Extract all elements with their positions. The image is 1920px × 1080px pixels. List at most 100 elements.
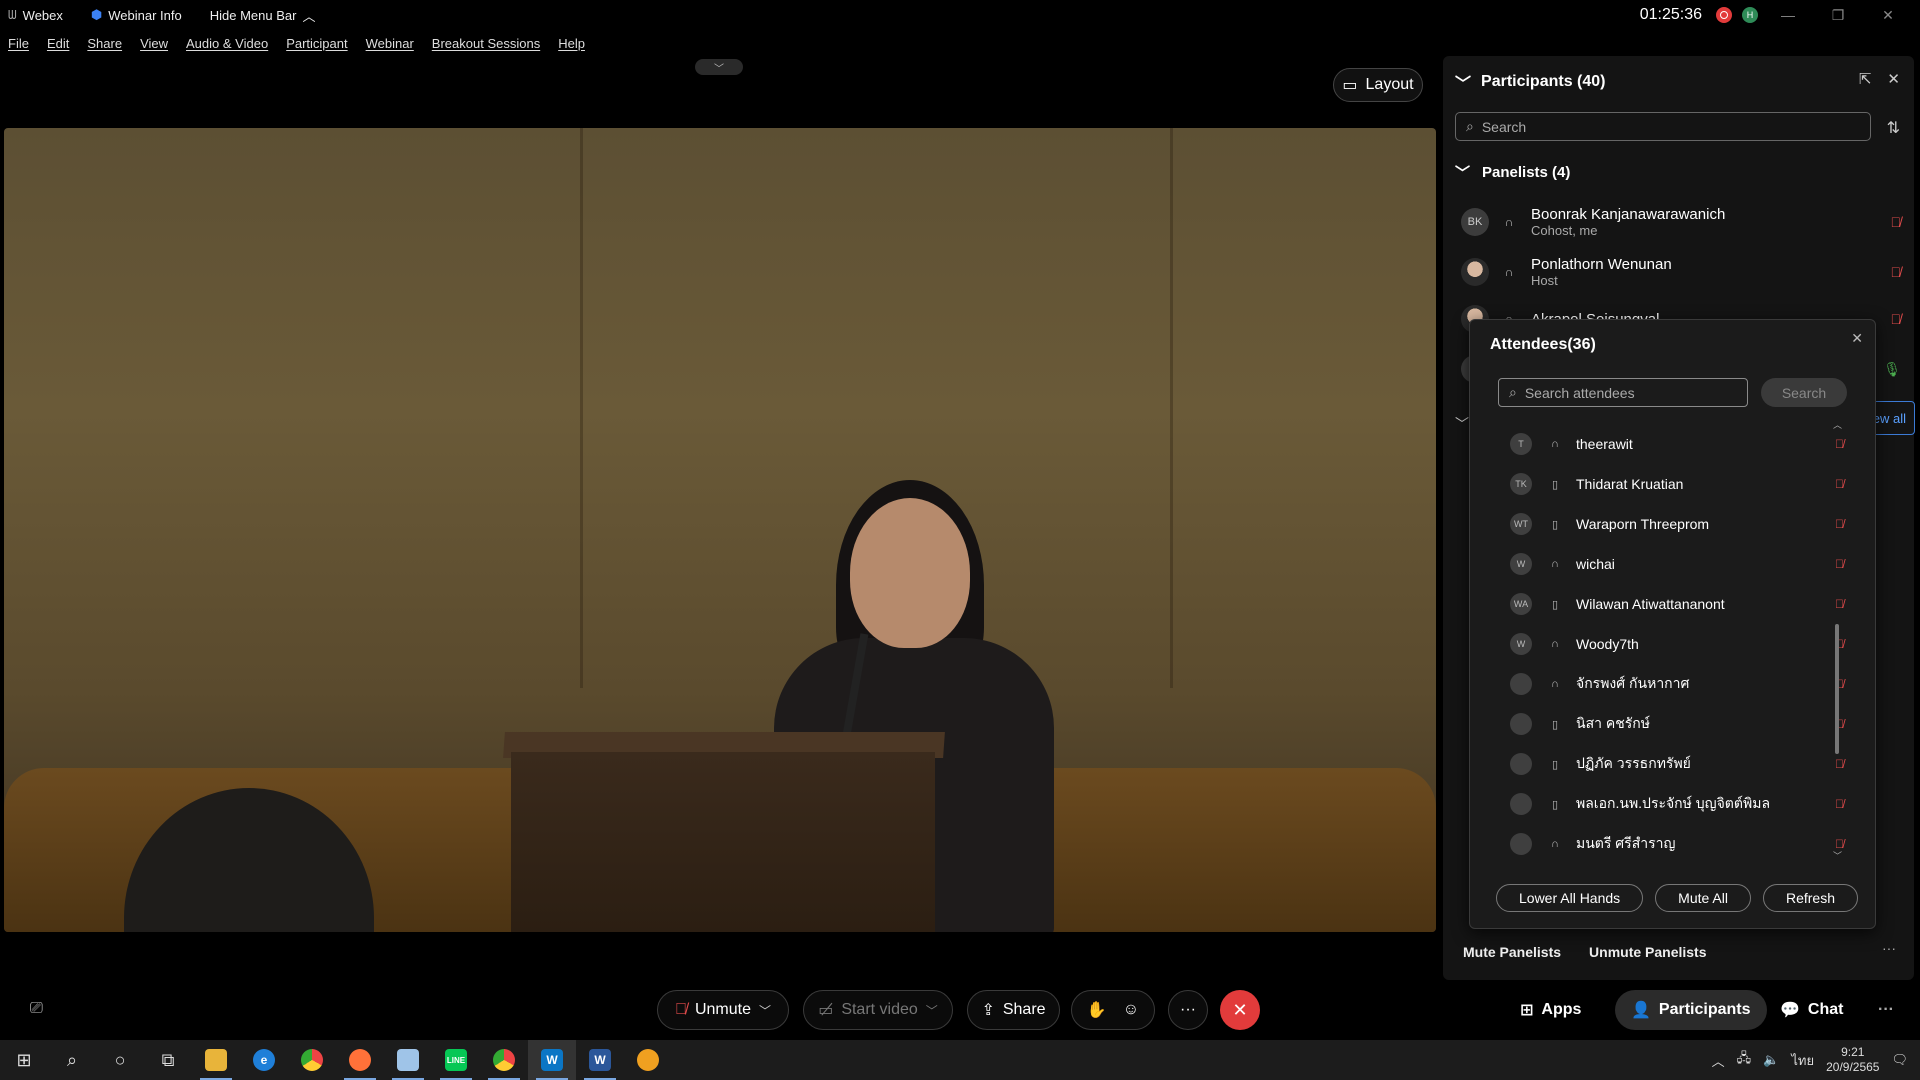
system-tray: ︿ 🖧 🔈 ไทย 9:21 20/9/2565 🗨 [1712, 1045, 1920, 1075]
chevron-down-icon[interactable]: ﹀ [1455, 414, 1469, 434]
refresh-button[interactable]: Refresh [1762, 884, 1859, 912]
share-button[interactable]: ⇪ Share [967, 990, 1060, 1030]
notification-icon[interactable]: 🗨 [1891, 1052, 1908, 1068]
mic-muted-icon[interactable]: 🎙̸ [1891, 311, 1902, 327]
unmute-button[interactable]: 🎙̸ Unmute ﹀ [657, 990, 789, 1030]
close-panel-icon[interactable]: ✕ [1887, 70, 1900, 88]
raise-hand-icon[interactable]: ✋ [1087, 1000, 1107, 1020]
avatar: TK [1510, 473, 1532, 495]
menu-audio-video[interactable]: Audio & Video [186, 36, 268, 51]
language-indicator[interactable]: ไทย [1791, 1050, 1814, 1071]
menu-share[interactable]: Share [87, 36, 122, 51]
start-video-button[interactable]: ▭̸ Start video ﹀ [803, 990, 953, 1030]
attendee-scrollbar[interactable]: ︿ ﹀ [1833, 418, 1842, 861]
search-icon[interactable]: ⌕ [48, 1040, 96, 1080]
participants-search-input[interactable]: ⌕ Search [1455, 112, 1871, 141]
mute-all-button[interactable]: Mute All [1655, 884, 1751, 912]
participants-header[interactable]: ﹀ Participants (40) [1455, 70, 1606, 94]
scroll-up-icon[interactable]: ︿ [1833, 418, 1842, 431]
attendees-search-input[interactable]: ⌕ Search attendees [1498, 378, 1748, 407]
participants-button[interactable]: 👤 Participants [1615, 990, 1767, 1030]
recording-icon[interactable] [1716, 7, 1732, 23]
list-item[interactable]: TK ▯ Thidarat Kruatian 🎙̸ [1510, 464, 1844, 504]
unmute-panelists-button[interactable]: Unmute Panelists [1589, 944, 1706, 960]
menu-participant[interactable]: Participant [286, 36, 347, 51]
menu-breakout-sessions[interactable]: Breakout Sessions [432, 36, 540, 51]
list-item[interactable]: W ∩ wichai 🎙̸ [1510, 544, 1844, 584]
list-item[interactable]: WT ▯ Waraporn Threeprom 🎙̸ [1510, 504, 1844, 544]
more-options-icon[interactable]: ··· [1882, 940, 1896, 956]
mute-panelists-button[interactable]: Mute Panelists [1463, 944, 1561, 960]
list-item[interactable]: WA ▯ Wilawan Atiwattananont 🎙̸ [1510, 584, 1844, 624]
chat-button[interactable]: 💬 Chat [1780, 990, 1843, 1030]
menu-file[interactable]: File [8, 36, 29, 51]
attendees-popup: Attendees(36) ✕ ⌕ Search attendees Searc… [1469, 319, 1876, 929]
cortana-icon[interactable]: ○ [96, 1040, 144, 1080]
layout-label: Layout [1365, 76, 1414, 93]
user-avatar[interactable]: H [1742, 7, 1758, 23]
collapse-toolbar-button[interactable]: ﹀ [695, 59, 743, 75]
reactions-icon[interactable]: ☺ [1123, 1001, 1139, 1019]
restore-icon[interactable]: ❐ [1818, 7, 1858, 24]
scroll-down-icon[interactable]: ﹀ [1833, 849, 1842, 862]
sun-app-icon[interactable] [624, 1040, 672, 1080]
hide-menu-bar-label: Hide Menu Bar [209, 7, 297, 23]
scroll-thumb[interactable] [1835, 624, 1839, 754]
taskbar: ⊞ ⌕ ○ ⧉ e LINE W W ︿ 🖧 🔈 ไทย 9:21 20/9/2… [0, 1040, 1920, 1080]
taskbar-clock[interactable]: 9:21 20/9/2565 [1826, 1045, 1879, 1075]
word-icon[interactable]: W [576, 1040, 624, 1080]
menu-webinar[interactable]: Webinar [366, 36, 414, 51]
hide-menu-bar-button[interactable]: Hide Menu Bar ︿ [210, 6, 316, 25]
volume-icon[interactable]: 🔈 [1763, 1052, 1779, 1068]
panelist-row[interactable]: ∩ Ponlathorn Wenunan Host 🎙̸ [1461, 249, 1901, 295]
menu-view[interactable]: View [140, 36, 168, 51]
mic-active-icon[interactable]: 🎙 [1883, 361, 1901, 378]
list-item[interactable]: T ∩ theerawit 🎙̸ [1510, 424, 1844, 464]
captions-icon[interactable]: ⎚ [30, 1000, 43, 1018]
menu-edit[interactable]: Edit [47, 36, 69, 51]
more-options-icon[interactable]: ··· [1878, 990, 1894, 1030]
popout-icon[interactable]: ⇱ [1859, 70, 1872, 88]
minimize-icon[interactable]: — [1768, 7, 1808, 23]
list-item[interactable]: ▯ พลเอก.นพ.ประจักษ์ บุญจิตต์พิมล 🎙̸ [1510, 784, 1844, 824]
search-button[interactable]: Search [1761, 378, 1847, 407]
webex-taskbar-icon[interactable]: W [528, 1040, 576, 1080]
close-window-icon[interactable]: ✕ [1868, 7, 1908, 24]
wall-panel-line [1170, 128, 1173, 688]
menu-help[interactable]: Help [558, 36, 585, 51]
sort-icon[interactable]: ⇅ [1887, 118, 1900, 138]
more-options-button[interactable]: ··· [1168, 990, 1208, 1030]
edge-icon[interactable]: e [240, 1040, 288, 1080]
phone-icon: ▯ [1551, 798, 1559, 811]
participants-icon: 👤 [1631, 1002, 1651, 1019]
mic-muted-icon[interactable]: 🎙̸ [1891, 264, 1902, 280]
list-item[interactable]: ▯ นิสา คชรักษ์ 🎙̸ [1510, 704, 1844, 744]
share-icon: ⇪ [981, 1002, 995, 1019]
network-icon[interactable]: 🖧 [1737, 1049, 1752, 1071]
notes-app-icon[interactable] [384, 1040, 432, 1080]
panelist-row[interactable]: BK ∩ Boonrak Kanjanawarawanich Cohost, m… [1461, 199, 1901, 245]
mic-muted-icon[interactable]: 🎙̸ [1891, 214, 1902, 230]
file-explorer-icon[interactable] [192, 1040, 240, 1080]
windows-start-icon[interactable]: ⊞ [0, 1040, 48, 1080]
apps-button[interactable]: ⊞ Apps [1520, 990, 1581, 1030]
leave-meeting-button[interactable]: ✕ [1220, 990, 1260, 1030]
webinar-info-label: Webinar Info [108, 7, 182, 23]
layout-button[interactable]: ▭ Layout [1333, 68, 1423, 102]
list-item[interactable]: ∩ จักรพงศ์ กันหากาศ 🎙̸ [1510, 664, 1844, 704]
webinar-info-button[interactable]: ⬢ Webinar Info [91, 7, 182, 23]
lower-all-hands-button[interactable]: Lower All Hands [1496, 884, 1644, 912]
chrome-profile-icon[interactable] [480, 1040, 528, 1080]
task-view-icon[interactable]: ⧉ [144, 1040, 192, 1080]
wall-panel-line [580, 128, 583, 688]
chrome-icon[interactable] [288, 1040, 336, 1080]
list-item[interactable]: W ∩ Woody7th 🎙̸ [1510, 624, 1844, 664]
close-icon[interactable]: ✕ [1851, 330, 1863, 347]
list-item[interactable]: ∩ มนตรี ศรีสำราญ 🎙̸ [1510, 824, 1844, 864]
list-item[interactable]: ▯ ปฏิภัค วรรธกทรัพย์ 🎙̸ [1510, 744, 1844, 784]
firefox-icon[interactable] [336, 1040, 384, 1080]
line-icon[interactable]: LINE [432, 1040, 480, 1080]
panelists-section-header[interactable]: ﹀ Panelists (4) [1455, 162, 1570, 183]
chevron-up-icon[interactable]: ︿ [1712, 1051, 1725, 1070]
chevron-down-icon: ﹀ [1455, 76, 1472, 93]
